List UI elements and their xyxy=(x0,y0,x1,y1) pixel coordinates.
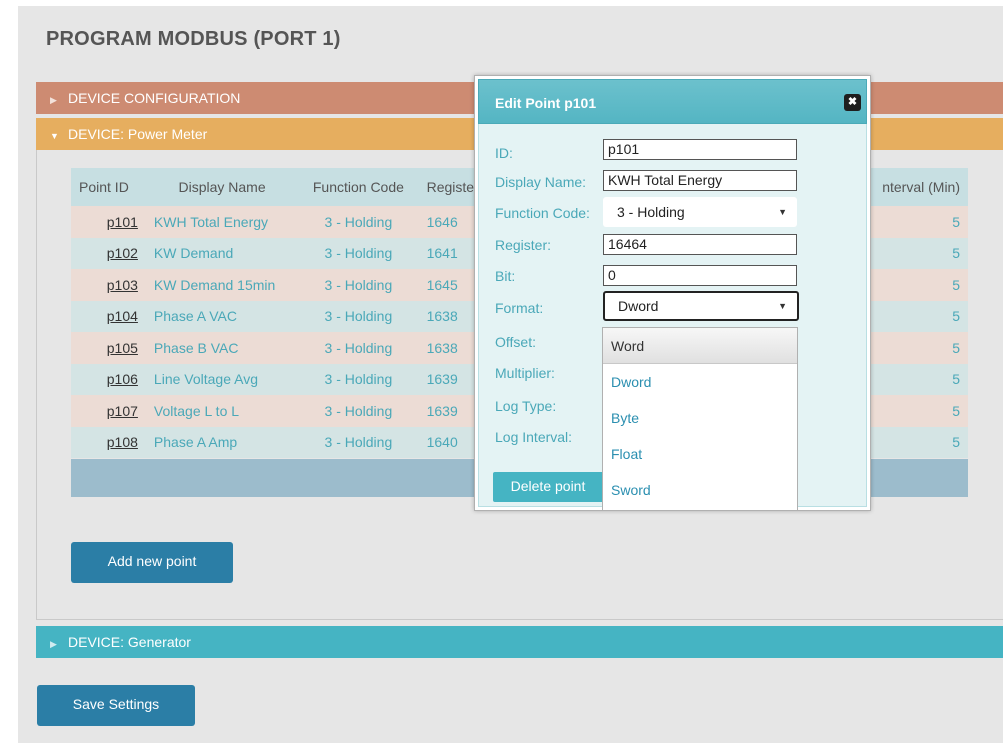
col-header-point-id[interactable]: Point ID xyxy=(71,168,146,206)
display-name-label: Display Name: xyxy=(495,174,587,190)
format-value: Dword xyxy=(618,298,659,314)
display-name-cell: Voltage L to L xyxy=(145,395,299,427)
function-code-cell: 3 - Holding xyxy=(298,237,419,269)
col-header-display-name[interactable]: Display Name xyxy=(145,168,299,206)
col-header-register[interactable]: Registe xyxy=(418,168,483,206)
function-code-label: Function Code: xyxy=(495,205,590,221)
chevron-down-icon: ▼ xyxy=(778,207,787,217)
format-option-float[interactable]: Float xyxy=(603,436,797,472)
display-name-cell: Phase B VAC xyxy=(145,332,299,364)
point-id-cell: p103 xyxy=(71,269,146,301)
format-option-word[interactable]: Word xyxy=(603,328,797,364)
point-id-link[interactable]: p104 xyxy=(107,308,138,324)
register-cell: 1640 xyxy=(418,426,483,458)
point-id-link[interactable]: p106 xyxy=(107,371,138,387)
bit-label: Bit: xyxy=(495,268,516,284)
point-id-cell: p106 xyxy=(71,363,146,395)
point-id-link[interactable]: p107 xyxy=(107,403,138,419)
log-interval-cell: 5 xyxy=(874,395,968,427)
function-code-cell: 3 - Holding xyxy=(298,300,419,332)
multiplier-label: Multiplier: xyxy=(495,365,555,381)
log-interval-cell: 5 xyxy=(874,237,968,269)
save-settings-button[interactable]: Save Settings xyxy=(37,685,195,726)
point-id-cell: p101 xyxy=(71,206,146,238)
function-code-cell: 3 - Holding xyxy=(298,363,419,395)
register-cell: 1645 xyxy=(418,269,483,301)
log-interval-cell: 5 xyxy=(874,426,968,458)
register-cell: 1639 xyxy=(418,395,483,427)
display-name-cell: Phase A Amp xyxy=(145,426,299,458)
id-label: ID: xyxy=(495,145,513,161)
display-name-cell: KW Demand 15min xyxy=(145,269,299,301)
log-interval-cell: 5 xyxy=(874,332,968,364)
col-header-function-code[interactable]: Function Code xyxy=(298,168,419,206)
format-option-sword[interactable]: Sword xyxy=(603,472,797,508)
log-type-label: Log Type: xyxy=(495,398,557,414)
page-title: PROGRAM MODBUS (PORT 1) xyxy=(46,28,341,50)
point-id-cell: p104 xyxy=(71,300,146,332)
delete-point-button[interactable]: Delete point xyxy=(493,472,603,502)
point-id-link[interactable]: p103 xyxy=(107,277,138,293)
chevron-down-icon: ▼ xyxy=(778,301,787,311)
format-label: Format: xyxy=(495,300,544,316)
function-code-value: 3 - Holding xyxy=(617,204,685,220)
display-name-cell: Phase A VAC xyxy=(145,300,299,332)
register-cell: 1641 xyxy=(418,237,483,269)
point-id-link[interactable]: p102 xyxy=(107,245,138,261)
function-code-cell: 3 - Holding xyxy=(298,206,419,238)
log-interval-label: Log Interval: xyxy=(495,429,573,445)
register-field[interactable]: 16464 xyxy=(603,234,797,255)
format-dropdown-list: Word Dword Byte Float Sword xyxy=(602,327,798,511)
format-option-dword[interactable]: Dword xyxy=(603,364,797,400)
function-code-cell: 3 - Holding xyxy=(298,332,419,364)
chevron-right-icon: ▶ xyxy=(50,639,57,649)
point-id-cell: p108 xyxy=(71,426,146,458)
accordion-label: DEVICE: Generator xyxy=(68,634,191,650)
register-cell: 1638 xyxy=(418,332,483,364)
register-cell: 1638 xyxy=(418,300,483,332)
chevron-down-icon: ▼ xyxy=(50,131,59,141)
function-code-cell: 3 - Holding xyxy=(298,395,419,427)
point-id-cell: p102 xyxy=(71,237,146,269)
log-interval-cell: 5 xyxy=(874,300,968,332)
register-cell: 1639 xyxy=(418,363,483,395)
bit-field[interactable]: 0 xyxy=(603,265,797,286)
point-id-link[interactable]: p105 xyxy=(107,340,138,356)
accordion-label: DEVICE CONFIGURATION xyxy=(68,90,241,106)
col-header-log-interval[interactable]: nterval (Min) xyxy=(874,168,968,206)
point-id-link[interactable]: p101 xyxy=(107,214,138,230)
point-id-cell: p107 xyxy=(71,395,146,427)
function-code-cell: 3 - Holding xyxy=(298,269,419,301)
add-new-point-button[interactable]: Add new point xyxy=(71,542,233,583)
display-name-cell: KWH Total Energy xyxy=(145,206,299,238)
chevron-right-icon: ▶ xyxy=(50,95,57,105)
close-icon[interactable]: ✖ xyxy=(844,94,861,111)
point-id-cell: p105 xyxy=(71,332,146,364)
log-interval-cell: 5 xyxy=(874,206,968,238)
offset-label: Offset: xyxy=(495,334,536,350)
function-code-cell: 3 - Holding xyxy=(298,426,419,458)
display-name-cell: KW Demand xyxy=(145,237,299,269)
display-name-cell: Line Voltage Avg xyxy=(145,363,299,395)
accordion-label: DEVICE: Power Meter xyxy=(68,126,208,142)
accordion-device-generator[interactable]: ▶ DEVICE: Generator xyxy=(36,626,1003,658)
register-label: Register: xyxy=(495,237,552,253)
log-interval-cell: 5 xyxy=(874,363,968,395)
dialog-title: Edit Point p101 xyxy=(478,79,867,124)
log-interval-cell: 5 xyxy=(874,269,968,301)
point-id-link[interactable]: p108 xyxy=(107,434,138,450)
function-code-select[interactable]: 3 - Holding ▼ xyxy=(603,197,797,227)
format-option-byte[interactable]: Byte xyxy=(603,400,797,436)
register-cell: 1646 xyxy=(418,206,483,238)
id-field[interactable]: p101 xyxy=(603,139,797,160)
display-name-field[interactable]: KWH Total Energy xyxy=(603,170,797,191)
format-select[interactable]: Dword ▼ xyxy=(603,291,799,321)
